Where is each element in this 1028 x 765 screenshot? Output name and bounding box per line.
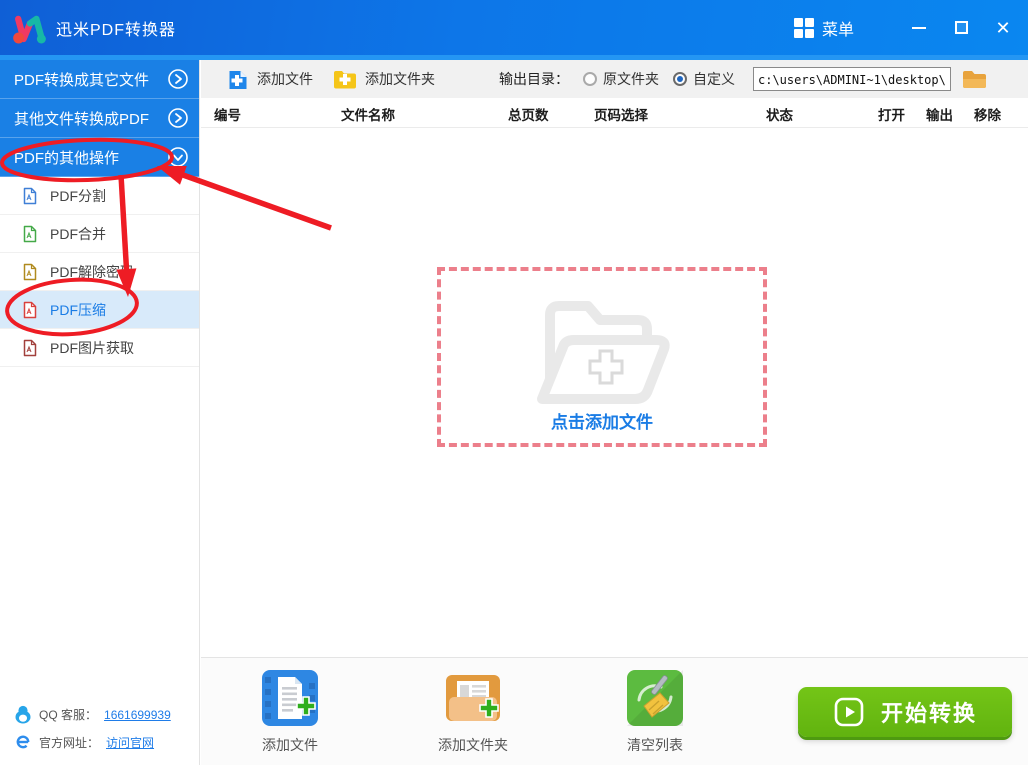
bottom-add-folder-button[interactable]: 添加文件夹 xyxy=(418,670,528,755)
dropzone-add-files[interactable]: 点击添加文件 xyxy=(437,267,767,447)
col-header-open: 打开 xyxy=(878,108,905,123)
open-folder-icon xyxy=(537,301,670,404)
bottom-add-folder-label: 添加文件夹 xyxy=(438,737,508,753)
sidebar-item-pdf-to-other[interactable]: PDF转换成其它文件 xyxy=(0,60,199,99)
chevron-down-circle-icon xyxy=(168,147,188,167)
add-file-button[interactable]: 添加文件 xyxy=(227,68,313,90)
bottom-clear-list-button[interactable]: 清空列表 xyxy=(600,670,710,755)
add-folder-label: 添加文件夹 xyxy=(365,71,435,87)
clear-list-icon xyxy=(627,670,683,726)
minimize-button[interactable] xyxy=(902,13,936,43)
close-button[interactable]: ✕ xyxy=(986,13,1020,43)
submenu-item-label: PDF压缩 xyxy=(50,301,106,318)
play-icon xyxy=(834,697,864,727)
qq-label: QQ 客服： xyxy=(39,708,98,722)
submenu-item-label: PDF分割 xyxy=(50,187,106,204)
logo-droplet-left xyxy=(13,32,25,43)
bottom-bar: 添加文件 添加文件夹 清空列表 开始转换 xyxy=(201,657,1028,765)
sidebar-item-pdf-extract-images[interactable]: PDF图片获取 xyxy=(0,329,199,367)
app-logo-icon xyxy=(13,15,46,43)
submenu-item-label: PDF解除密码 xyxy=(50,263,134,280)
add-file-icon xyxy=(229,71,247,89)
support-block: QQ 客服： 1661699939 官方网址： 访问官网 xyxy=(14,696,171,751)
add-folder-button[interactable]: 添加文件夹 xyxy=(333,69,435,89)
sidebar-item-label: 其他文件转换成PDF xyxy=(14,110,150,128)
maximize-icon xyxy=(954,21,968,34)
add-file-label: 添加文件 xyxy=(257,71,313,87)
add-folder-big-icon xyxy=(446,675,500,721)
main-area: 添加文件 添加文件夹 输出目录： 原文件夹 自定义 c:\users\ADMIN… xyxy=(201,60,1028,765)
website-icon xyxy=(16,735,30,749)
radio-original-label: 原文件夹 xyxy=(603,71,659,87)
pdf-doc-icon xyxy=(23,339,37,356)
qq-icon xyxy=(15,705,31,724)
radio-original-folder[interactable]: 原文件夹 xyxy=(583,69,659,89)
logo-droplet-right xyxy=(36,33,46,43)
pdf-doc-icon xyxy=(23,301,37,318)
sidebar-item-label: PDF的其他操作 xyxy=(14,149,120,167)
menu-grid-icon xyxy=(793,17,814,38)
website-link[interactable]: 访问官网 xyxy=(106,734,154,751)
pdf-doc-icon xyxy=(23,187,37,204)
browse-folder-icon xyxy=(963,70,986,88)
menu-label: 菜单 xyxy=(821,21,854,39)
start-convert-label: 开始转换 xyxy=(880,701,977,726)
start-convert-button[interactable]: 开始转换 xyxy=(798,687,1012,737)
chevron-right-circle-icon xyxy=(168,108,188,128)
chevron-right-circle-icon xyxy=(168,69,188,89)
sidebar-item-pdf-merge[interactable]: PDF合并 xyxy=(0,215,199,253)
sidebar-item-pdf-remove-password[interactable]: PDF解除密码 xyxy=(0,253,199,291)
col-header-output: 输出 xyxy=(926,108,953,123)
sidebar-item-other-to-pdf[interactable]: 其他文件转换成PDF xyxy=(0,99,199,138)
col-header-number: 编号 xyxy=(214,108,241,123)
col-header-page-select: 页码选择 xyxy=(594,108,648,123)
radio-circle-icon xyxy=(583,72,597,86)
pdf-doc-icon xyxy=(23,225,37,242)
radio-custom[interactable]: 自定义 xyxy=(673,69,735,89)
radio-custom-label: 自定义 xyxy=(693,71,735,87)
qq-number-link[interactable]: 1661699939 xyxy=(104,708,171,722)
file-list-area: 点击添加文件 xyxy=(201,128,1028,657)
col-header-remove: 移除 xyxy=(974,108,1001,123)
file-table-header: 编号 文件名称 总页数 页码选择 状态 打开 输出 移除 xyxy=(201,98,1028,128)
add-file-big-icon xyxy=(262,670,318,726)
bottom-clear-list-label: 清空列表 xyxy=(627,737,683,753)
browse-folder-button[interactable] xyxy=(961,69,988,90)
submenu-item-label: PDF合并 xyxy=(50,225,106,242)
sidebar-item-pdf-compress[interactable]: PDF压缩 xyxy=(0,291,199,329)
bottom-add-file-button[interactable]: 添加文件 xyxy=(235,670,345,755)
output-path-input[interactable] xyxy=(753,67,951,91)
sidebar: PDF转换成其它文件 其他文件转换成PDF PDF的其他操作 PDF分割 PDF… xyxy=(0,60,200,765)
submenu-item-label: PDF图片获取 xyxy=(50,339,134,356)
menu-button[interactable]: 菜单 xyxy=(793,16,854,40)
dropzone-label: 点击添加文件 xyxy=(551,413,653,432)
maximize-button[interactable] xyxy=(944,13,978,43)
col-header-total-pages: 总页数 xyxy=(508,108,549,123)
toolbar: 添加文件 添加文件夹 输出目录： 原文件夹 自定义 xyxy=(201,60,1028,98)
col-header-status: 状态 xyxy=(766,108,793,123)
close-icon: ✕ xyxy=(995,17,1011,38)
sidebar-item-pdf-split[interactable]: PDF分割 xyxy=(0,177,199,215)
website-label: 官方网址： xyxy=(39,735,100,750)
output-dir-label: 输出目录： xyxy=(499,71,569,87)
add-folder-icon xyxy=(334,71,356,89)
col-header-filename: 文件名称 xyxy=(341,108,395,123)
sidebar-item-label: PDF转换成其它文件 xyxy=(14,71,150,89)
minimize-icon xyxy=(912,26,926,29)
pdf-doc-icon xyxy=(23,263,37,280)
title-bar: 迅米PDF转换器 菜单 ✕ xyxy=(0,0,1028,55)
radio-selected-icon xyxy=(673,72,687,86)
bottom-add-file-label: 添加文件 xyxy=(262,737,318,753)
sidebar-item-pdf-other-ops[interactable]: PDF的其他操作 xyxy=(0,138,199,177)
app-window: 迅米PDF转换器 菜单 ✕ PDF转换成其它文件 其他文件转换成PDF PDF的… xyxy=(0,0,1028,765)
app-title: 迅米PDF转换器 xyxy=(56,21,177,39)
